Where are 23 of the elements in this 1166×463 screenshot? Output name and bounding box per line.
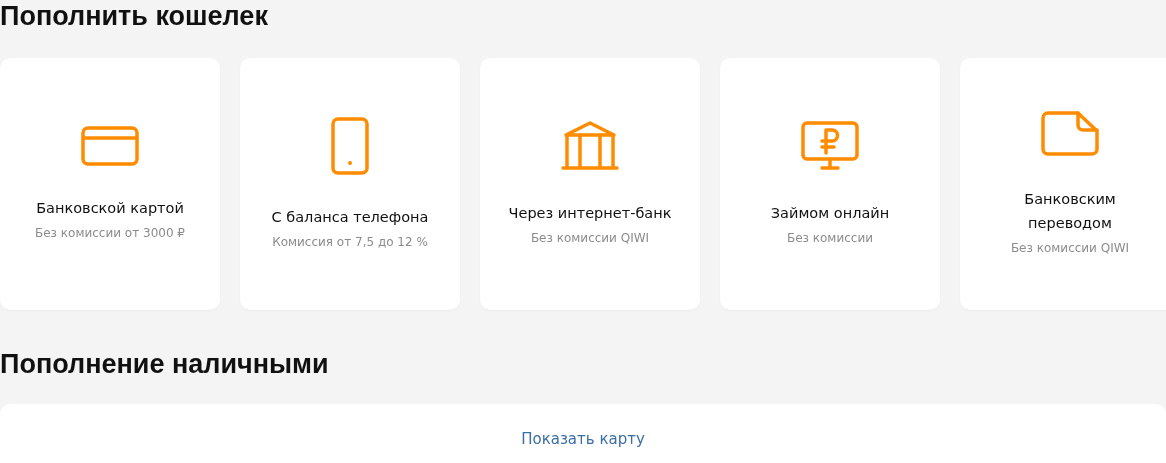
method-note: Без комиссии QIWI — [1010, 239, 1130, 257]
method-title: С баланса телефона — [271, 207, 429, 227]
method-title: Займом онлайн — [770, 203, 890, 223]
method-note: Без комиссии — [786, 229, 873, 247]
method-note: Без комиссии от 3000 ₽ — [35, 224, 185, 242]
method-title: Банковской картой — [36, 198, 184, 218]
payment-method-card[interactable]: С баланса телефона Комиссия от 7,5 до 12 % — [240, 58, 460, 310]
method-note: Без комиссии QIWI — [530, 229, 650, 247]
monitor-ruble-icon — [801, 120, 859, 171]
section-heading: Пополнить кошелек — [0, 0, 269, 33]
payment-method-card[interactable]: Банковской картой Без комиссии от 3000 ₽ — [0, 58, 220, 310]
method-note: Комиссия от 7,5 до 12 % — [272, 233, 428, 251]
credit-card-icon — [81, 125, 139, 166]
document-icon — [1041, 110, 1099, 157]
bank-icon — [561, 120, 619, 171]
payment-method-card[interactable]: Через интернет-банк Без комиссии QIWI — [480, 58, 700, 310]
method-title: Банковским переводом — [1024, 189, 1116, 233]
method-title: Через интернет-банк — [508, 203, 672, 223]
payment-method-card[interactable]: Займом онлайн Без комиссии — [720, 58, 940, 310]
phone-icon — [331, 116, 369, 175]
show-map-link[interactable]: Показать карту — [521, 428, 645, 450]
payment-method-card[interactable]: Банковским переводом Без комиссии QIWI — [960, 58, 1166, 310]
section-heading: Пополнение наличными — [0, 348, 330, 381]
